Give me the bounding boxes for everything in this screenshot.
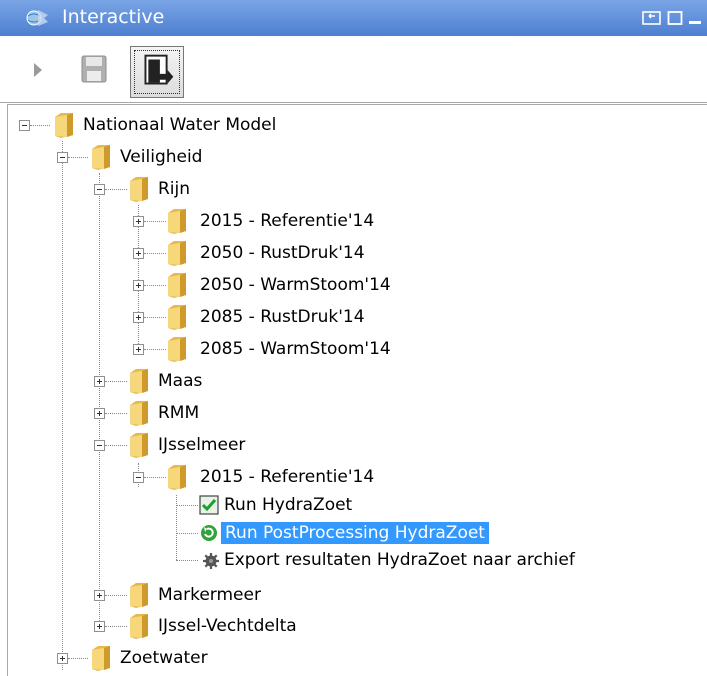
tree-node-label: Maas [158,371,203,391]
tree-node-label: Zoetwater [120,648,208,668]
tree-node-label: 2015 - Referentie'14 [200,211,375,231]
tree-connector [99,173,100,627]
folder-icon [168,465,186,490]
tree-node-label: 2050 - WarmStoom'14 [200,275,391,295]
expand-toggle[interactable] [133,248,144,259]
folder-icon [92,646,110,671]
expand-toggle[interactable] [133,216,144,227]
folder-icon [130,583,148,608]
folder-icon [55,113,73,138]
expand-toggle[interactable] [94,376,105,387]
tree-connector [105,445,127,446]
tree-connector [30,125,50,126]
folder-icon [168,337,186,362]
toolbar-separator [0,102,707,103]
collapse-toggle[interactable] [94,184,105,195]
folder-icon [130,369,148,394]
tree-connector [105,626,127,627]
expand-toggle[interactable] [94,590,105,601]
collapse-toggle[interactable] [133,472,144,483]
run-button[interactable] [30,60,46,80]
tree-connector [105,595,127,596]
tree-connector [105,381,127,382]
folder-icon [168,305,186,330]
expand-toggle[interactable] [94,408,105,419]
tree-node-label: Veiligheid [120,147,203,167]
folder-icon [168,241,186,266]
expand-toggle[interactable] [94,621,105,632]
restore-icon[interactable] [642,10,662,26]
expand-toggle[interactable] [57,653,68,664]
gear-icon [203,553,219,569]
tree-connector [68,157,88,158]
tree-connector [176,505,198,506]
folder-icon [130,401,148,426]
tree-connector [144,317,166,318]
tree-connector [176,560,198,561]
window-title: Interactive [62,6,165,28]
expand-toggle[interactable] [133,344,144,355]
task-label: Run HydraZoet [224,495,353,515]
save-button[interactable] [80,54,108,84]
maximize-icon[interactable] [667,10,683,26]
tree-node-label: Rijn [158,179,191,199]
tree-connector [176,533,198,534]
folder-icon [130,433,148,458]
minimize-icon[interactable] [688,10,702,26]
collapse-toggle[interactable] [57,152,68,163]
folder-icon [130,614,148,639]
tree-node-label: Nationaal Water Model [83,115,277,135]
tree-node-label: 2085 - WarmStoom'14 [200,339,391,359]
folder-icon [168,273,186,298]
folder-icon [130,177,148,202]
expand-toggle[interactable] [133,312,144,323]
folder-icon [92,145,110,170]
tree-connector [144,253,166,254]
title-bar: Interactive [0,0,707,36]
tree-node-label: 2015 - Referentie'14 [200,467,375,487]
expand-toggle[interactable] [133,280,144,291]
tree-node-label: 2050 - RustDruk'14 [200,243,365,263]
tree-connector [144,221,166,222]
globe-icon [26,10,48,26]
tree-node-label: IJsselmeer [158,435,246,455]
tree-node-label: 2085 - RustDruk'14 [200,307,365,327]
tree-node-label: IJssel-Vechtdelta [158,616,297,636]
tree-connector [144,349,166,350]
tree-connector [105,189,127,190]
folder-icon [168,209,186,234]
tree-connector [62,141,63,670]
model-tree[interactable]: Nationaal Water Model Veiligheid Rijn 20… [7,104,707,676]
export-document-icon [144,54,174,85]
collapse-toggle[interactable] [19,120,30,131]
toolbar [0,36,707,102]
export-button[interactable] [130,46,184,98]
interactive-window: Interactive Nationaal Water Model Veilig… [0,0,707,676]
green-checkmark-icon [199,495,219,515]
tree-connector [144,477,166,478]
tree-connector [68,658,88,659]
tree-node-label: Markermeer [158,585,261,605]
tree-connector [105,413,127,414]
task-label: Run PostProcessing HydraZoet [221,522,489,544]
refresh-icon [201,525,217,541]
task-label: Export resultaten HydraZoet naar archief [224,550,575,570]
collapse-toggle[interactable] [94,440,105,451]
tree-node-label: RMM [158,403,200,423]
tree-connector [144,285,166,286]
